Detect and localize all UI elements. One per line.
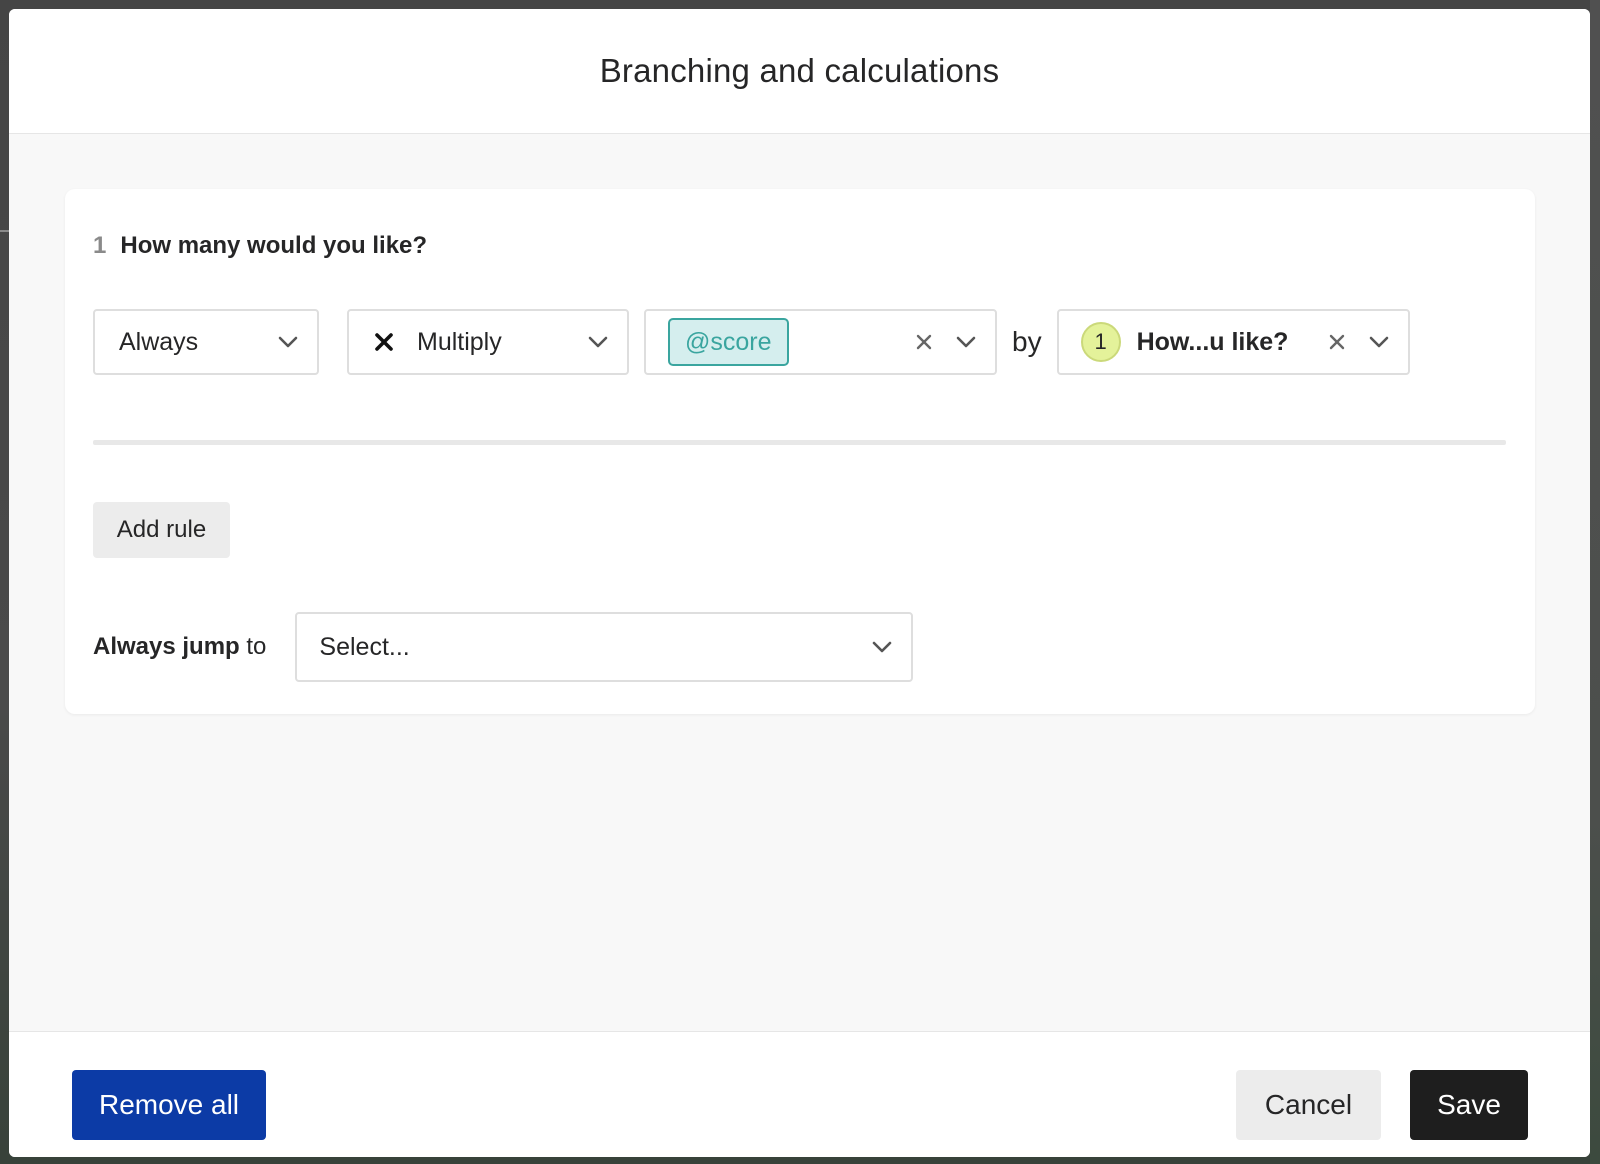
condition-select[interactable]: Always (93, 309, 319, 375)
calculation-rule-row: Always Multiply @score by 1 How...u like… (93, 307, 1410, 377)
question-heading: 1 How many would you like? (93, 232, 427, 260)
branching-modal: Branching and calculations 1 How many wo… (9, 9, 1590, 1157)
target-select[interactable]: 1 How...u like? (1056, 309, 1410, 375)
variable-select[interactable]: @score (644, 309, 997, 375)
question-number: 1 (93, 232, 107, 259)
chevron-down-icon (956, 336, 976, 348)
by-label: by (1012, 326, 1042, 357)
variable-tag: @score (668, 318, 789, 366)
cancel-button[interactable]: Cancel (1236, 1070, 1381, 1140)
clear-icon[interactable] (915, 333, 933, 351)
jump-select-placeholder: Select... (319, 632, 410, 661)
jump-label: Always jump to (93, 633, 266, 661)
rule-card: 1 How many would you like? Always Multip… (65, 189, 1535, 714)
operation-select[interactable]: Multiply (347, 309, 629, 375)
jump-label-rest: to (239, 633, 267, 660)
modal-footer: Remove all Cancel Save (9, 1031, 1590, 1157)
save-button[interactable]: Save (1410, 1070, 1528, 1140)
chevron-down-icon (1369, 336, 1388, 348)
jump-destination-select[interactable]: Select... (295, 612, 914, 682)
modal-header: Branching and calculations (9, 9, 1590, 134)
remove-all-button[interactable]: Remove all (72, 1070, 266, 1140)
chevron-down-icon (278, 336, 298, 348)
modal-title: Branching and calculations (599, 52, 1000, 89)
rule-divider (93, 440, 1506, 445)
target-select-value: How...u like? (1136, 327, 1289, 356)
operation-select-value: Multiply (417, 327, 502, 356)
multiply-x-icon (375, 333, 393, 351)
clear-icon[interactable] (1328, 333, 1346, 351)
question-number-badge: 1 (1080, 322, 1121, 362)
jump-label-bold: Always jump (93, 633, 240, 660)
question-text: How many would you like? (120, 232, 428, 259)
chevron-down-icon (873, 641, 892, 653)
condition-select-value: Always (119, 327, 199, 356)
chevron-down-icon (588, 336, 608, 348)
background-divider (0, 230, 9, 232)
background-right-edge (1590, 0, 1600, 1164)
jump-row: Always jump to Select... (93, 612, 914, 682)
add-rule-button[interactable]: Add rule (93, 502, 230, 558)
